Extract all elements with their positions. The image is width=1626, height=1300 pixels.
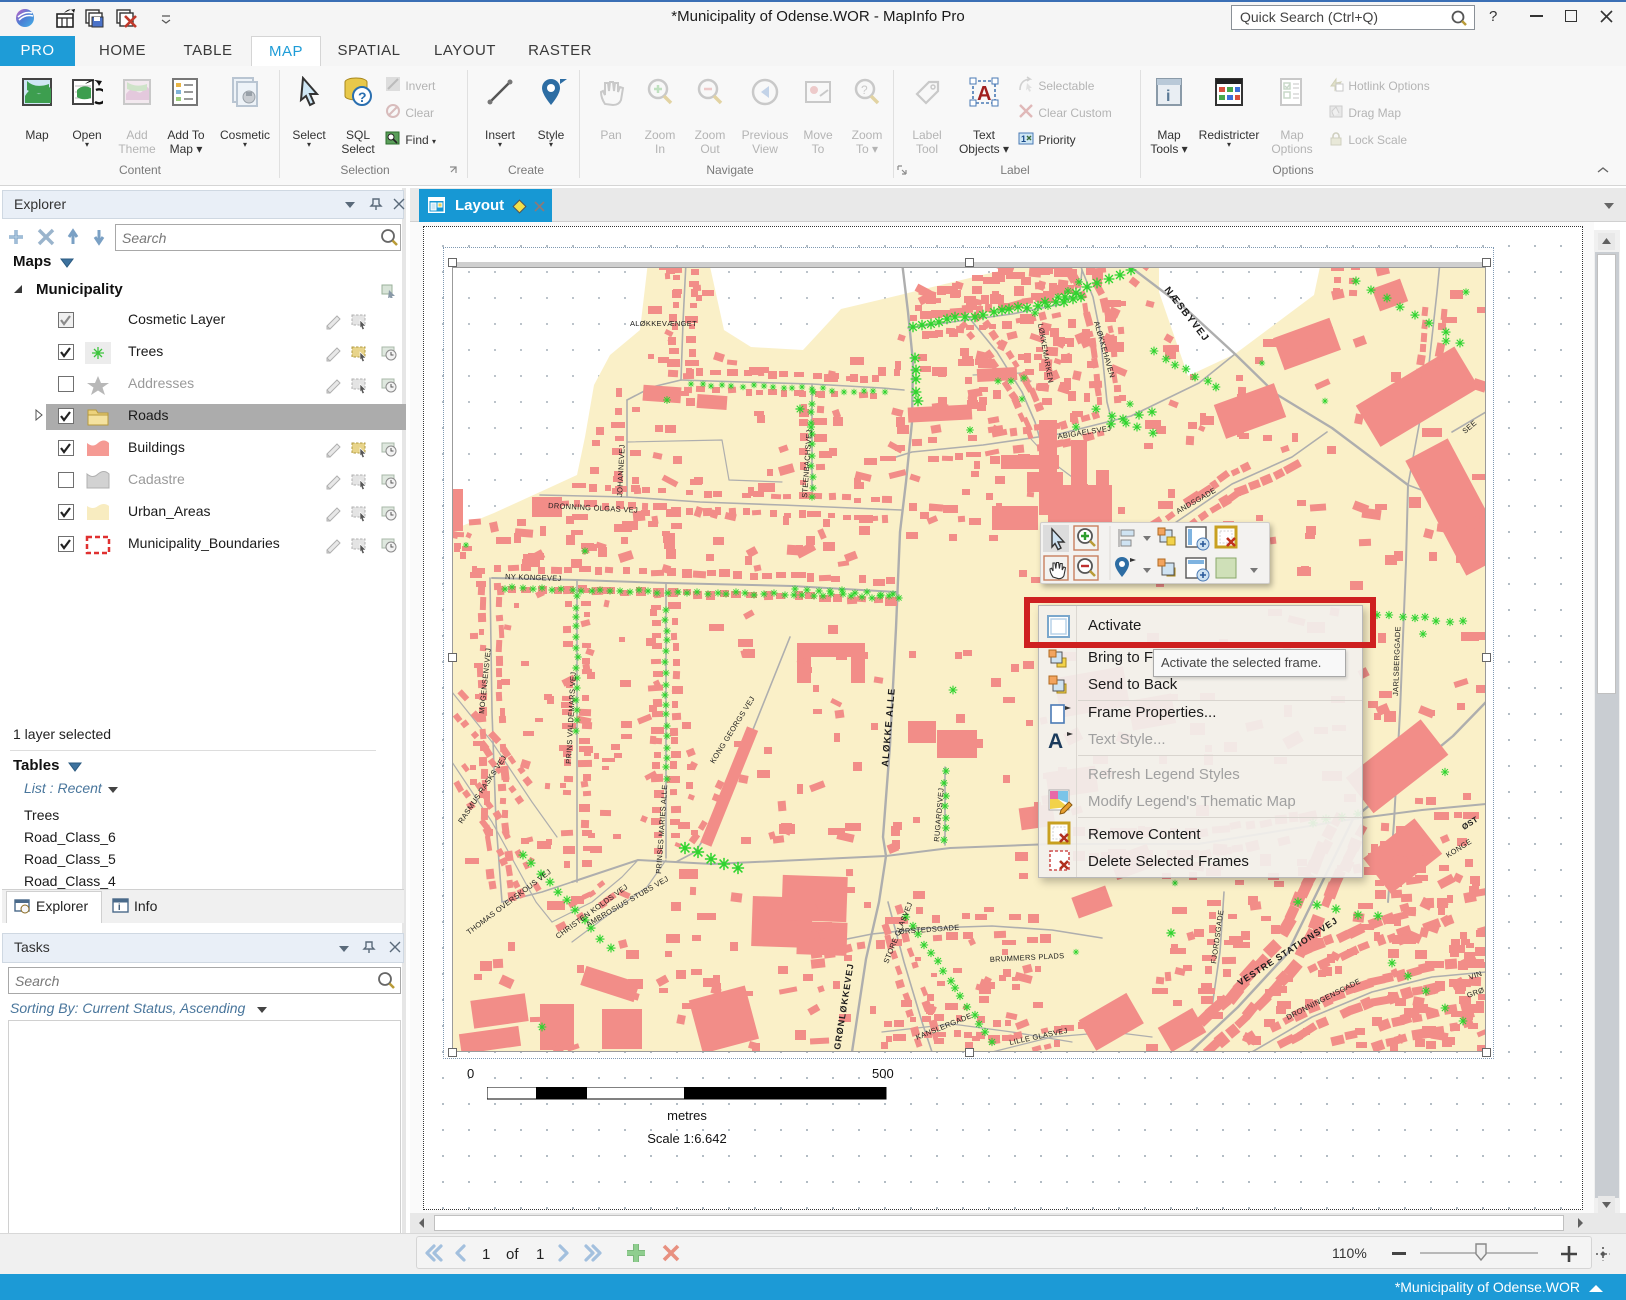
svg-text:i: i <box>1166 88 1170 105</box>
svg-text:?: ? <box>861 83 868 97</box>
svg-text:of: of <box>506 1246 519 1263</box>
svg-text:?: ? <box>358 89 367 105</box>
svg-text:1: 1 <box>482 1246 490 1263</box>
svg-text:i: i <box>118 902 121 912</box>
svg-text:A: A <box>1048 730 1063 753</box>
svg-text:A: A <box>977 83 991 105</box>
svg-text:1: 1 <box>536 1246 544 1263</box>
svg-text:1: 1 <box>1021 134 1026 144</box>
